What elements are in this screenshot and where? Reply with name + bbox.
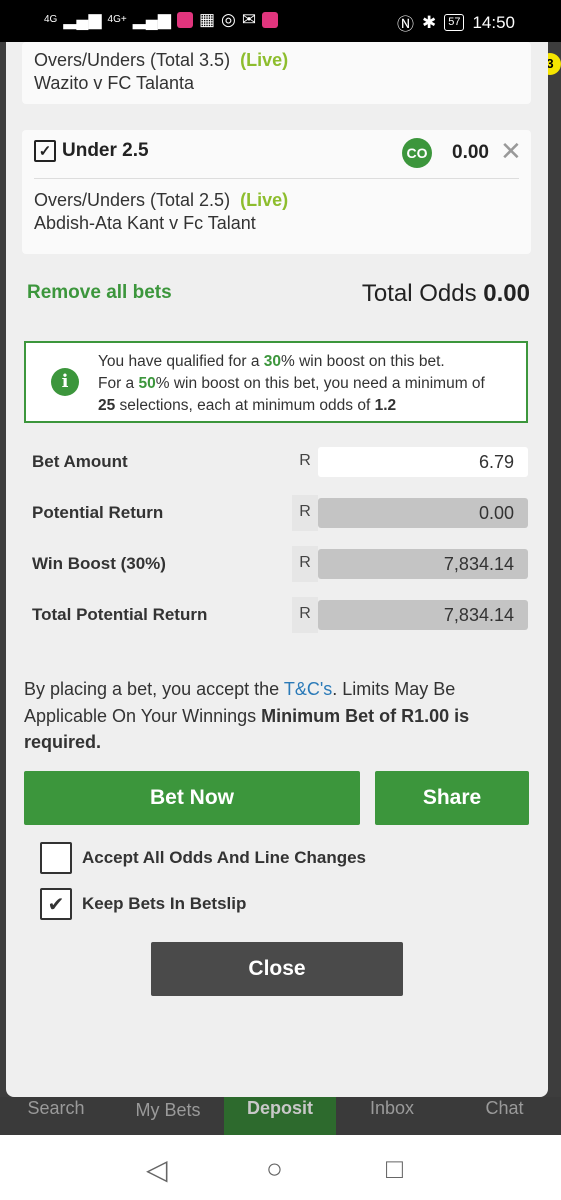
total-odds-value: 0.00 [483, 280, 530, 307]
selection-row: ✓ Under 2.5 [34, 140, 149, 162]
boost-percent: 30 [263, 353, 281, 370]
bet-match: Abdish-Ata Kant v Fc Talant [34, 213, 256, 233]
potential-return-row: Potential Return R 0.00 [22, 495, 528, 531]
mail-icon: ✉ [241, 10, 257, 29]
keep-bets-checkbox[interactable]: ✔ [40, 888, 72, 920]
selection-checkbox[interactable]: ✓ [34, 140, 56, 162]
divider [34, 178, 519, 179]
boost-text: selections, each at minimum odds of [115, 397, 375, 414]
total-potential-return-label: Total Potential Return [32, 605, 208, 624]
accept-odds-changes-option[interactable]: Accept All Odds And Line Changes [40, 842, 366, 874]
keep-bets-option[interactable]: ✔ Keep Bets In Betslip [40, 888, 246, 920]
nfc-icon: Ⓝ [396, 15, 414, 34]
terms-text-part: By placing a bet, you accept the [24, 679, 284, 699]
bet-now-button[interactable]: Bet Now [24, 771, 360, 825]
tab-inbox[interactable]: Inbox [336, 1097, 448, 1135]
terms-text: By placing a bet, you accept the T&C's. … [24, 676, 524, 756]
bet-amount-row: Bet Amount R 6.79 [22, 444, 528, 480]
betslip-modal: Overs/Unders (Total 3.5) (Live) Wazito v … [6, 42, 548, 1097]
live-indicator: (Live) [240, 190, 289, 210]
win-boost-label: Win Boost (30%) [32, 554, 166, 573]
boost-selection-count: 25 [98, 397, 116, 414]
win-boost-row: Win Boost (30%) R 7,834.14 [22, 546, 528, 582]
boost-text: You have qualified for a [98, 353, 264, 370]
app-notification-icon [176, 12, 193, 28]
calendar-icon: ▦ [198, 10, 215, 29]
tab-my-bets[interactable]: My Bets [112, 1097, 224, 1135]
selection-name: Under 2.5 [62, 140, 149, 161]
keep-bets-label: Keep Bets In Betslip [82, 894, 247, 913]
bet-card: Overs/Unders (Total 3.5) (Live) Wazito v … [22, 42, 531, 104]
terms-link[interactable]: T&C's [284, 679, 332, 699]
tab-deposit[interactable]: Deposit [224, 1097, 336, 1135]
boost-text: % win boost on this bet. [281, 353, 445, 370]
home-icon[interactable]: ○ [266, 1153, 283, 1185]
total-potential-return-value: 7,834.14 [318, 600, 528, 630]
boost-text: For a [98, 375, 139, 392]
signal-icon-2: ▂▄▆ [132, 10, 171, 29]
win-boost-message: You have qualified for a 30% win boost o… [98, 351, 485, 417]
bet-market: Overs/Unders (Total 2.5) (Live) [34, 190, 288, 211]
currency-label: R [299, 452, 311, 469]
remove-bet-icon[interactable]: ✕ [500, 136, 522, 167]
win-boost-info-box: i You have qualified for a 30% win boost… [24, 341, 528, 423]
network-type-2: 4G+ [107, 14, 127, 25]
currency-label: R [292, 546, 318, 582]
bet-market: Overs/Unders (Total 3.5) (Live) [34, 50, 288, 71]
currency-label: R [292, 597, 318, 633]
signal-icon: ▂▄▆ [63, 10, 102, 29]
boost-text: % win boost on this bet, you need a mini… [155, 375, 485, 392]
total-odds: Total Odds 0.00 [362, 280, 530, 308]
remove-all-bets-link[interactable]: Remove all bets [27, 282, 172, 304]
live-indicator: (Live) [240, 50, 289, 70]
app-notification-icon-2 [262, 12, 279, 28]
win-boost-value: 7,834.14 [318, 549, 528, 579]
close-button[interactable]: Close [151, 942, 403, 996]
market-label: Overs/Unders (Total 3.5) [34, 50, 231, 70]
clock: 14:50 [472, 12, 515, 32]
accept-odds-label: Accept All Odds And Line Changes [82, 848, 366, 867]
whatsapp-icon: ◎ [221, 10, 236, 29]
bottom-tab-bar: Search My Bets Deposit Inbox Chat [0, 1097, 561, 1135]
share-button[interactable]: Share [375, 771, 529, 825]
boost-min-odds: 1.2 [374, 397, 397, 414]
total-potential-return-row: Total Potential Return R 7,834.14 [22, 597, 528, 633]
boost-percent: 50 [138, 375, 156, 392]
potential-return-value: 0.00 [318, 498, 528, 528]
system-nav-bar: ◁ ○ □ [0, 1135, 561, 1200]
accept-odds-checkbox[interactable] [40, 842, 72, 874]
currency-label: R [292, 495, 318, 531]
tab-chat[interactable]: Chat [448, 1097, 561, 1135]
battery-icon: 57 [444, 14, 465, 31]
info-icon: i [51, 368, 79, 396]
bet-match: Wazito v FC Talanta [34, 73, 195, 93]
network-type-1: 4G [44, 14, 58, 25]
market-label: Overs/Unders (Total 2.5) [34, 190, 231, 210]
bluetooth-icon: ✱ [421, 12, 437, 32]
total-odds-label: Total Odds [361, 280, 477, 307]
bet-amount-label: Bet Amount [32, 452, 128, 471]
cashout-icon: CO [402, 138, 432, 168]
tab-search[interactable]: Search [0, 1097, 112, 1135]
recents-icon[interactable]: □ [386, 1153, 403, 1185]
selection-odds: 0.00 [452, 142, 489, 163]
bet-amount-input[interactable]: 6.79 [318, 447, 528, 477]
status-bar: 4G ▂▄▆ 4G+ ▂▄▆ ▦ ◎ ✉ Ⓝ ✱ 57 14:50 [0, 0, 561, 42]
back-icon[interactable]: ◁ [146, 1153, 168, 1186]
potential-return-label: Potential Return [32, 503, 164, 522]
bet-card: ✓ Under 2.5 CO 0.00 ✕ Overs/Unders (Tota… [22, 130, 531, 254]
